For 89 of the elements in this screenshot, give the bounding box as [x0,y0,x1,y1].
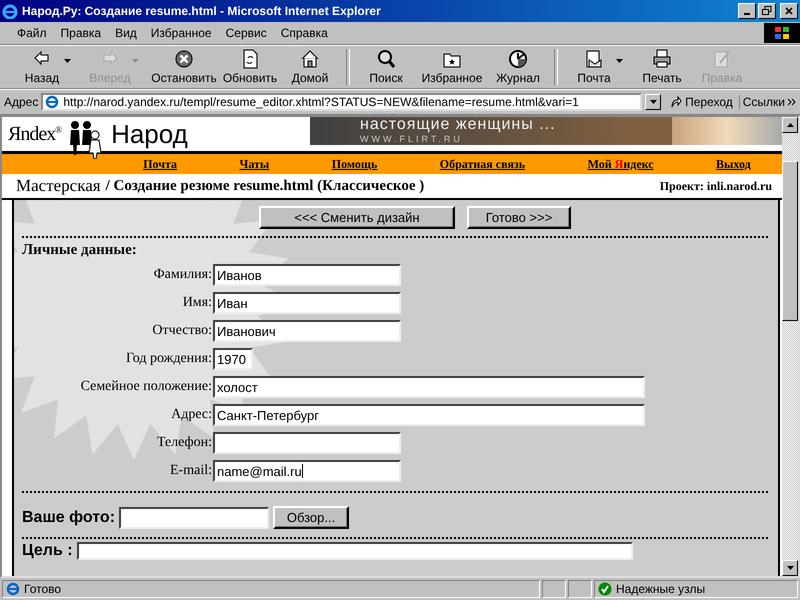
mail-button[interactable]: Почта [564,46,624,88]
field-label: Телефон: [156,435,213,451]
menu-item[interactable]: Правка [54,24,108,42]
scroll-thumb[interactable] [782,161,798,321]
field-label: Отчество: [151,323,213,339]
field-label: Год рождения: [124,351,213,367]
stop-icon [174,49,194,69]
input-field[interactable]: Иванович [213,320,401,342]
banner-text: настоящие женщины ... [360,117,557,133]
caret-icon[interactable] [616,59,623,63]
status-text: Готово [24,582,62,596]
menu-item[interactable]: Избранное [144,24,219,42]
home-button[interactable]: Домой [280,46,340,88]
nav-link[interactable]: Выход [716,156,751,172]
ad-banner[interactable]: настоящие женщины ... WWW.FLIRT.RU [310,117,782,145]
envelope-icon [584,49,604,69]
ie-logo-icon [2,3,18,19]
window-title: Народ.Ру: Создание resume.html - Microsoft Internet Explorer [22,4,382,18]
security-zone: Надежные узлы [616,582,706,596]
pencil-icon [712,49,732,69]
printer-icon [652,49,672,69]
input-field[interactable]: name@mail.ru [213,460,401,482]
brand-logo[interactable]: Яndex$^{®}$ [8,122,62,146]
menu-item[interactable]: Справка [274,24,335,42]
search-button[interactable]: Поиск [356,46,416,88]
nav-link[interactable]: Помощь [332,156,378,172]
print-button[interactable]: Печать [632,46,692,88]
banner-url: WWW.FLIRT.RU [360,135,464,144]
scrollbar[interactable] [782,117,798,576]
input-field[interactable] [76,542,633,560]
close-icon [785,7,793,15]
address-label: Адрес [4,95,38,109]
refresh-button[interactable]: Обновить [220,46,280,88]
input-field[interactable]: холост [213,376,645,398]
windows-logo-icon [764,23,800,43]
photo-label: Ваше фото: [22,508,116,526]
status-pane [568,580,592,598]
browse-button[interactable]: Обзор... [273,506,350,529]
section-heading: Личные данные: [22,242,138,259]
house-icon [300,49,320,69]
caret-icon[interactable] [64,59,71,63]
ie-page-icon [6,582,20,596]
down-arrow-icon[interactable] [786,566,794,570]
input-field[interactable]: Иванов [213,264,401,286]
field-label: E-mail: [169,463,213,479]
favorites-button[interactable]: Избранное [416,46,488,88]
breadcrumb-link[interactable]: Мастерская [16,176,101,196]
change-design-button[interactable]: <<< Сменить дизайн [259,206,455,229]
dropdown-button[interactable] [645,94,662,110]
input-field[interactable]: 1970 [213,348,253,370]
nav-link[interactable]: Чаты [240,156,270,172]
status-pane [542,580,566,598]
minimize-button[interactable] [738,3,756,19]
search-icon [376,49,396,69]
ie-page-icon [45,95,60,109]
field-label: Адрес: [170,407,213,423]
menu-item[interactable]: Сервис [218,24,274,42]
close-button[interactable] [780,3,798,19]
nav-link[interactable]: Почта [143,156,178,172]
field-label: Семейное положение: [80,379,213,395]
project-link[interactable]: inli.narod.ru [706,178,772,192]
arrow-icon [670,96,682,108]
history-button[interactable]: Журнал [488,46,548,88]
caret-icon [650,100,657,104]
file-field[interactable] [119,506,270,528]
clock-icon [508,49,528,69]
goal-label: Цель : [22,542,73,560]
site-logo[interactable]: Народ [111,118,188,150]
nav-link[interactable]: Обратная связь [440,156,526,172]
page-heading: / Создание резюме resume.html (Классическое ) [106,178,424,194]
address-field[interactable]: http://narod.yandex.ru/templ/resume_editor.xhtml?STATUS=NEW&filename=resume.html&vari=1 [41,93,642,111]
checkmark-icon [598,582,612,596]
menu-item[interactable]: Файл [10,24,54,42]
input-field[interactable]: Санкт-Петербург [213,404,645,426]
back-button[interactable]: Назад [12,46,72,88]
field-label: Имя: [182,295,213,311]
project-label: Проект: [660,178,704,192]
stop-button[interactable]: Остановить [148,46,220,88]
done-button[interactable]: Готово >>> [467,206,571,229]
go-button[interactable]: Переход [664,95,740,109]
links-button[interactable]: Ссылки [742,95,785,109]
input-field[interactable]: Иван [213,292,401,314]
restore-button[interactable] [758,3,776,19]
field-label: Фамилия: [152,267,213,283]
up-arrow-icon[interactable] [786,123,794,127]
restore-icon [762,6,772,16]
input-field[interactable] [213,432,401,454]
menu-item[interactable]: Вид [108,24,144,42]
nav-link[interactable]: Мой Яндекс [588,156,654,172]
